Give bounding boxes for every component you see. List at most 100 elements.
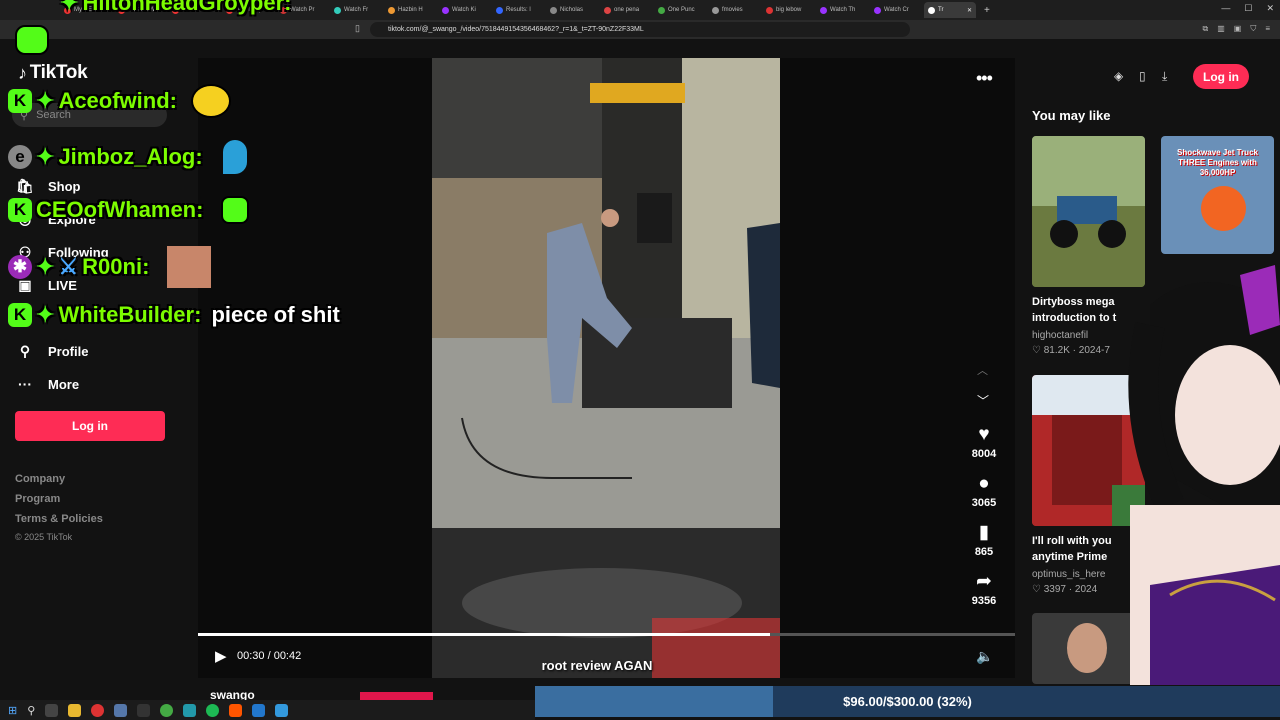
video-time: 00:30 / 00:42 bbox=[237, 650, 302, 662]
video-frame bbox=[432, 58, 780, 678]
tab-label: Watch Ki bbox=[452, 7, 476, 13]
app-icon[interactable] bbox=[275, 703, 289, 717]
previous-video-icon[interactable]: ︿ bbox=[977, 362, 988, 378]
recommendation-author[interactable]: highoctanefil bbox=[1032, 330, 1088, 341]
follow-button[interactable] bbox=[360, 692, 433, 700]
tiktok-logo[interactable]: ♪ TikTok bbox=[18, 62, 88, 84]
chat-username: WhiteBuilder: bbox=[58, 302, 202, 327]
file-explorer-icon[interactable] bbox=[68, 703, 82, 717]
wallet-icon[interactable]: ▣ bbox=[1234, 24, 1242, 34]
browser-tab[interactable]: Watch Fr bbox=[330, 2, 382, 18]
browser-tab[interactable]: Watch Cr bbox=[870, 2, 922, 18]
heart-icon: ♥ bbox=[978, 424, 990, 445]
sidebar-login-button[interactable]: Log in bbox=[15, 411, 165, 441]
gem-badge-icon: ✦ bbox=[36, 88, 55, 113]
chat-username: CEOofWhamen: bbox=[36, 197, 204, 222]
windows-start-icon[interactable]: ⊞ bbox=[8, 704, 17, 717]
browser-tab[interactable]: Hazbin H bbox=[384, 2, 436, 18]
tab-label: Hazbin H bbox=[398, 7, 423, 13]
close-window-icon[interactable]: ✕ bbox=[1266, 3, 1274, 14]
maximize-icon[interactable]: ☐ bbox=[1244, 3, 1252, 14]
chrome-icon[interactable] bbox=[160, 703, 174, 717]
nav-label: Profile bbox=[48, 344, 89, 359]
like-button[interactable]: ♥ 8004 bbox=[962, 424, 1006, 460]
chat-username: Jimboz_Alog: bbox=[58, 144, 203, 169]
task-view-icon[interactable] bbox=[45, 703, 59, 717]
browser-tab[interactable]: one pena bbox=[600, 2, 652, 18]
shield-icon[interactable]: ⛉ bbox=[1250, 24, 1256, 34]
device-icon[interactable]: ▯ bbox=[1139, 69, 1146, 83]
tab-favicon-icon bbox=[928, 6, 935, 14]
spotify-icon[interactable] bbox=[206, 703, 220, 717]
comment-count: 3065 bbox=[971, 497, 997, 509]
recommendation-thumb[interactable]: Shockwave Jet Truck THREE Engines with 3… bbox=[1161, 136, 1274, 254]
footer-link-company[interactable]: Company bbox=[15, 473, 65, 485]
search-taskbar-icon[interactable]: ⚲ bbox=[27, 704, 35, 717]
recommendation-stats: ♡ 3397 · 2024 bbox=[1032, 584, 1098, 595]
minimize-icon[interactable]: — bbox=[1221, 3, 1230, 14]
tab-favicon-icon bbox=[874, 6, 881, 14]
tab-label: fmovies bbox=[722, 7, 743, 13]
nav-item-more[interactable]: ··· More bbox=[16, 376, 79, 392]
browser-tab[interactable]: fmovies bbox=[708, 2, 760, 18]
app-icon[interactable] bbox=[183, 703, 197, 717]
footer-link-program[interactable]: Program bbox=[15, 493, 60, 505]
comment-button[interactable]: ● 3065 bbox=[962, 473, 1006, 509]
browser-tab-active[interactable]: Tr ✕ bbox=[924, 2, 976, 18]
browser-tab[interactable]: Results: l bbox=[492, 2, 544, 18]
sub-badge-icon: ✱ bbox=[8, 255, 32, 279]
sidebar-icon[interactable]: ▥ bbox=[1217, 24, 1225, 34]
tab-favicon-icon bbox=[550, 6, 557, 14]
url-field[interactable]: tiktok.com/@_swango_/video/7518449154356… bbox=[370, 22, 910, 37]
bookmark-page-icon[interactable]: ▯ bbox=[355, 23, 360, 34]
volume-icon[interactable]: 🔈 bbox=[976, 648, 993, 665]
browser-tab[interactable]: Nicholas bbox=[546, 2, 598, 18]
app-icon[interactable] bbox=[114, 703, 128, 717]
extension-icon[interactable]: ⧉ bbox=[1202, 24, 1208, 34]
video-player[interactable] bbox=[432, 58, 780, 678]
tab-label: Watch Th bbox=[830, 7, 856, 13]
nav-item-shop[interactable]: 🛍 Shop bbox=[16, 178, 80, 195]
tab-close-icon[interactable]: ✕ bbox=[967, 7, 976, 14]
footer-link-terms[interactable]: Terms & Policies bbox=[15, 513, 103, 525]
tab-favicon-icon bbox=[442, 6, 449, 14]
nav-label: More bbox=[48, 376, 80, 392]
gem-badge-icon: ✦ bbox=[36, 254, 55, 279]
vscode-icon[interactable] bbox=[252, 703, 266, 717]
next-video-icon[interactable]: ﹀ bbox=[977, 392, 989, 409]
shop-icon: 🛍 bbox=[16, 178, 34, 194]
more-icon: ··· bbox=[18, 376, 32, 392]
browser-tab[interactable]: One Punc bbox=[654, 2, 706, 18]
date: 2024-7 bbox=[1078, 345, 1110, 356]
profile-icon: ⚲ bbox=[19, 343, 31, 359]
chat-message: K ✦ WhiteBuilder: piece of shit bbox=[8, 302, 340, 328]
nav-item-profile[interactable]: ⚲ Profile bbox=[16, 343, 89, 360]
browser-tab[interactable]: big lebow bbox=[762, 2, 814, 18]
recommendation-author[interactable]: optimus_is_here bbox=[1032, 569, 1105, 580]
bookmark-button[interactable]: ▮ 865 bbox=[962, 522, 1006, 558]
chat-message: ✱ ✦ ⚔ R00ni: bbox=[8, 246, 212, 288]
new-tab-icon[interactable]: + bbox=[984, 5, 990, 16]
download-icon[interactable]: ⤓ bbox=[1162, 69, 1167, 84]
tab-favicon-icon bbox=[496, 6, 503, 14]
app-icon[interactable] bbox=[137, 703, 151, 717]
coins-icon[interactable]: ◈ bbox=[1114, 69, 1123, 83]
brave-icon[interactable] bbox=[229, 703, 243, 717]
header-login-button[interactable]: Log in bbox=[1193, 64, 1249, 89]
tab-label: Tr bbox=[938, 7, 944, 13]
browser-tab[interactable]: Watch Ki bbox=[438, 2, 490, 18]
chat-username: R00ni: bbox=[82, 254, 150, 279]
progress-fill bbox=[198, 633, 770, 636]
menu-icon[interactable]: ≡ bbox=[1265, 24, 1270, 34]
tab-label: one pena bbox=[614, 7, 640, 13]
tab-favicon-icon bbox=[766, 6, 773, 14]
gem-badge-icon: ✦ bbox=[60, 0, 79, 15]
more-options-icon[interactable]: ••• bbox=[976, 68, 993, 89]
play-icon[interactable]: ▶ bbox=[215, 647, 227, 665]
sword-badge-icon: ⚔ bbox=[58, 254, 79, 279]
green-emote-icon bbox=[221, 196, 250, 224]
tab-label: Watch Pr bbox=[290, 7, 315, 13]
app-icon[interactable] bbox=[91, 703, 105, 717]
browser-tab[interactable]: Watch Th bbox=[816, 2, 868, 18]
share-button[interactable]: ➦ 9356 bbox=[962, 571, 1006, 607]
